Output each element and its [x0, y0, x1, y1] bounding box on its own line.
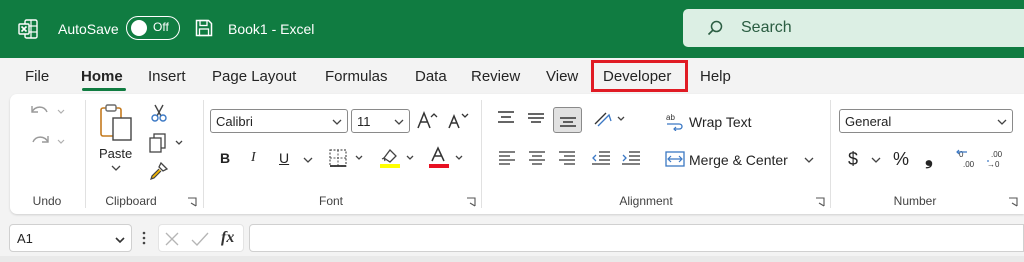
ribbon-tabs: File Home Insert Page Layout Formulas Da…	[0, 58, 1024, 94]
group-label-undo: Undo	[32, 194, 62, 208]
borders-icon[interactable]	[328, 148, 372, 168]
developer-tab-highlight	[591, 60, 688, 92]
currency-dropdown-chevron-icon[interactable]	[871, 156, 881, 164]
excel-logo-icon	[18, 19, 38, 39]
merge-dropdown-chevron-icon[interactable]	[804, 156, 814, 164]
name-box[interactable]: A1	[9, 224, 132, 252]
decrease-decimal-icon[interactable]: .00 →0	[985, 148, 1007, 170]
align-center-icon[interactable]	[528, 150, 546, 166]
bold-button[interactable]: B	[220, 150, 230, 166]
save-icon[interactable]	[194, 18, 214, 38]
tab-file[interactable]: File	[25, 68, 49, 85]
more-options-icon[interactable]	[142, 231, 146, 245]
cut-icon[interactable]	[150, 103, 168, 123]
clipboard-dialog-launcher-icon[interactable]	[187, 197, 197, 207]
font-size-dropdown[interactable]: 11	[351, 109, 410, 133]
redo-button[interactable]	[28, 132, 68, 150]
wrap-text-icon[interactable]: ab	[665, 111, 685, 131]
increase-font-size-icon[interactable]	[416, 110, 438, 130]
font-color-icon[interactable]	[428, 146, 472, 170]
group-label-clipboard: Clipboard	[105, 194, 157, 208]
currency-format-button[interactable]: $	[848, 149, 858, 170]
paste-icon[interactable]	[98, 102, 136, 142]
align-right-icon[interactable]	[558, 150, 576, 166]
tab-help[interactable]: Help	[700, 68, 731, 85]
formula-bar: A1 fx	[0, 221, 1024, 254]
merge-center-icon[interactable]	[665, 151, 685, 167]
increase-decimal-icon[interactable]: 0 .00	[955, 148, 977, 170]
chevron-down-icon	[332, 119, 342, 125]
increase-indent-icon[interactable]	[621, 150, 641, 166]
group-label-font: Font	[318, 194, 343, 208]
column-headers	[0, 256, 1024, 262]
tab-insert[interactable]: Insert	[148, 68, 186, 85]
undo-button[interactable]	[28, 102, 68, 120]
svg-text:0: 0	[959, 150, 964, 159]
cancel-icon[interactable]	[164, 231, 180, 247]
svg-text:ab: ab	[666, 113, 675, 122]
format-painter-icon[interactable]	[149, 161, 169, 181]
merge-center-label[interactable]: Merge & Center	[689, 152, 788, 168]
chevron-down-icon	[394, 119, 404, 125]
ribbon: Undo Paste Clipboard Calibri 11 B I U Fo…	[10, 94, 1024, 214]
highlight-color-icon[interactable]	[379, 146, 423, 170]
font-name-dropdown[interactable]: Calibri	[210, 109, 348, 133]
tab-view[interactable]: View	[546, 68, 578, 85]
formula-controls: fx	[158, 224, 244, 252]
top-align-icon[interactable]	[497, 110, 515, 126]
decrease-font-size-icon[interactable]	[447, 110, 469, 130]
autosave-label: AutoSave	[58, 21, 119, 37]
font-name-value: Calibri	[216, 114, 253, 129]
paste-dropdown-chevron-icon[interactable]	[111, 164, 121, 172]
copy-icon[interactable]	[148, 133, 188, 153]
comma-style-button[interactable]: ❟	[925, 147, 933, 170]
italic-button[interactable]: I	[251, 150, 256, 166]
workbook-title: Book1 - Excel	[228, 21, 315, 37]
chevron-down-icon	[997, 119, 1007, 125]
toggle-knob	[131, 20, 147, 36]
group-separator	[85, 100, 86, 208]
underline-dropdown-chevron-icon[interactable]	[303, 156, 313, 164]
number-format-value: General	[845, 114, 892, 129]
enter-icon[interactable]	[191, 231, 209, 247]
chevron-down-icon	[115, 237, 125, 244]
paste-label[interactable]: Paste	[99, 146, 132, 161]
name-box-value: A1	[17, 231, 33, 246]
tab-formulas[interactable]: Formulas	[325, 68, 388, 85]
number-format-dropdown[interactable]: General	[839, 109, 1013, 133]
title-bar: AutoSave Off Book1 - Excel Search	[0, 0, 1024, 58]
alignment-dialog-launcher-icon[interactable]	[815, 197, 825, 207]
tab-review[interactable]: Review	[471, 68, 520, 85]
svg-text:.00: .00	[991, 150, 1003, 159]
search-placeholder: Search	[741, 19, 792, 36]
autosave-state: Off	[153, 20, 169, 34]
underline-button[interactable]: U	[279, 150, 289, 166]
group-separator	[203, 100, 204, 208]
group-separator	[481, 100, 482, 208]
tab-home[interactable]: Home	[81, 68, 123, 85]
autosave-toggle[interactable]: Off	[126, 16, 180, 40]
bottom-align-icon	[560, 117, 576, 127]
wrap-text-label[interactable]: Wrap Text	[689, 114, 752, 130]
number-dialog-launcher-icon[interactable]	[1008, 197, 1018, 207]
align-left-icon[interactable]	[498, 150, 516, 166]
group-separator	[830, 100, 831, 208]
orientation-icon[interactable]	[592, 108, 628, 130]
decrease-indent-icon[interactable]	[591, 150, 611, 166]
bottom-align-button[interactable]	[553, 107, 582, 133]
search-box[interactable]: Search	[683, 9, 1024, 47]
group-label-alignment: Alignment	[619, 194, 673, 208]
font-dialog-launcher-icon[interactable]	[466, 197, 476, 207]
percent-format-button[interactable]: %	[893, 149, 909, 170]
tab-page-layout[interactable]: Page Layout	[212, 68, 296, 85]
active-tab-indicator	[82, 88, 126, 91]
insert-function-button[interactable]: fx	[221, 229, 234, 247]
group-label-number: Number	[893, 194, 937, 208]
font-size-value: 11	[357, 114, 371, 129]
middle-align-icon[interactable]	[527, 110, 545, 126]
tab-data[interactable]: Data	[415, 68, 447, 85]
svg-text:.00: .00	[963, 160, 975, 169]
formula-input[interactable]	[249, 224, 1024, 252]
search-icon	[707, 20, 723, 36]
